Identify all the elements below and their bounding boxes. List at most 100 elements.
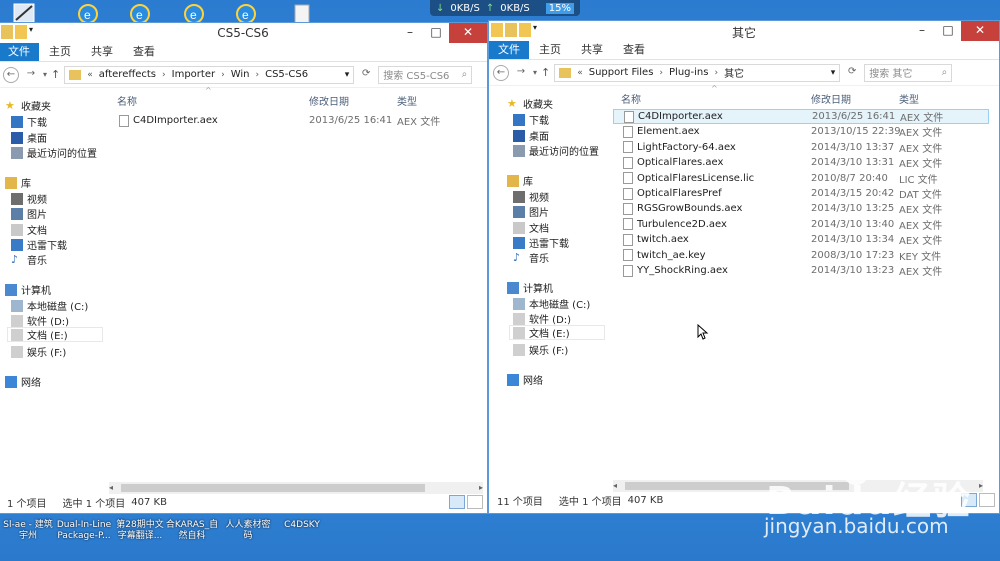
breadcrumb-chevron-icon[interactable]: › [255,70,259,80]
taskbar-item[interactable]: Sl-ae - 建筑 宇州 [0,520,56,542]
nav-recent[interactable]: 最近访问的位置 [11,145,97,160]
breadcrumb-segment[interactable]: CS5-CS6 [265,69,308,80]
breadcrumb-chevron-icon[interactable]: › [162,70,166,80]
table-row[interactable]: RGSGrowBounds.aex 2014/3/10 13:25 AEX 文件 [613,201,989,216]
column-date[interactable]: 修改日期 [811,91,851,106]
tab-file[interactable]: 文件 [0,43,39,61]
breadcrumb-segment[interactable]: Plug-ins [669,67,708,78]
nav-drive-d[interactable]: 软件 (D:) [513,311,571,326]
table-row[interactable]: C4DImporter.aex 2013/6/25 16:41 AEX 文件 [613,109,989,124]
recent-locations-icon[interactable]: ▾ [43,70,47,79]
nav-computer[interactable]: 计算机 [507,280,553,295]
table-row[interactable]: OpticalFlaresLicense.lic 2010/8/7 20:40 LI… [613,171,989,186]
nav-videos[interactable]: 视频 [11,191,47,206]
nav-documents[interactable]: 文档 [11,222,47,237]
explorer-window-left[interactable]: ▾ CS5-CS6 – □ ✕ 文件 主页 共享 查看 ← → ▾ ↑ « af… [0,22,488,514]
breadcrumb-chevron-icon[interactable]: › [221,70,225,80]
recent-locations-icon[interactable]: ▾ [533,68,537,77]
nav-drive-f[interactable]: 娱乐 (F:) [513,342,568,357]
desktop-shortcut-icon[interactable] [8,2,40,24]
search-icon[interactable]: ⌕ [942,67,948,78]
taskbar-item[interactable]: 人人素材密码 [220,520,276,542]
table-row[interactable]: LightFactory-64.aex 2014/3/10 13:37 AEX 文件 [613,140,989,155]
nav-documents[interactable]: 文档 [513,220,549,235]
column-type[interactable]: 类型 [397,93,417,108]
address-dropdown-icon[interactable]: ▾ [345,70,350,80]
large-icons-view-icon[interactable] [467,495,483,509]
table-row[interactable]: OpticalFlaresPref 2014/3/15 20:42 DAT 文件 [613,186,989,201]
ie-icon[interactable]: e [124,2,156,24]
close-button[interactable]: ✕ [449,23,487,43]
nav-favorites[interactable]: ★ 收藏夹 [507,96,553,111]
refresh-button[interactable]: ⟳ [844,65,860,81]
nav-network[interactable]: 网络 [507,372,543,387]
nav-drive-c[interactable]: 本地磁盘 (C:) [513,296,590,311]
breadcrumb-segment[interactable]: 其它 [724,65,744,80]
scrollbar-thumb[interactable] [121,484,425,492]
tab-view[interactable]: 查看 [123,43,165,61]
breadcrumb-segment[interactable]: Win [231,69,250,80]
column-type[interactable]: 类型 [899,91,919,106]
address-bar[interactable]: « aftereffects › Importer › Win › CS5-CS… [64,65,355,84]
document-icon[interactable] [286,2,318,24]
nav-drive-f[interactable]: 娱乐 (F:) [11,344,66,359]
nav-music[interactable]: ♪ 音乐 [513,250,549,265]
search-input[interactable]: 搜索 其它 ⌕ [864,63,953,82]
title-bar[interactable]: ▾ 其它 – □ ✕ [489,21,999,41]
nav-library[interactable]: 库 [5,175,31,190]
nav-desktop[interactable]: 桌面 [513,128,549,143]
ie-icon[interactable]: e [230,2,262,24]
taskbar-item[interactable]: C4DSKY [274,520,330,531]
refresh-button[interactable]: ⟳ [358,67,374,83]
nav-computer[interactable]: 计算机 [5,282,51,297]
table-row[interactable]: YY_ShockRing.aex 2014/3/10 13:23 AEX 文件 [613,263,989,278]
nav-network[interactable]: 网络 [5,374,41,389]
forward-button[interactable]: → [23,67,39,83]
maximize-button[interactable]: □ [423,23,449,43]
nav-downloads[interactable]: 下载 [513,112,549,127]
breadcrumb-segment[interactable]: Importer [172,69,215,80]
table-row[interactable]: twitch.aex 2014/3/10 13:34 AEX 文件 [613,232,989,247]
back-button[interactable]: ← [3,66,19,83]
tab-home[interactable]: 主页 [39,43,81,61]
back-button[interactable]: ← [493,64,509,81]
nav-drive-c[interactable]: 本地磁盘 (C:) [11,298,88,313]
details-view-icon[interactable] [449,495,465,509]
column-name[interactable]: 名称 [621,91,641,106]
nav-thunder[interactable]: 迅雷下载 [11,237,67,252]
breadcrumb-chevron-icon[interactable]: › [714,68,718,78]
nav-desktop[interactable]: 桌面 [11,130,47,145]
address-bar[interactable]: « Support Files › Plug-ins › 其它 ▾ [554,63,841,82]
taskbar-item[interactable]: 合KARAS_自 然自科 [164,520,220,542]
nav-recent[interactable]: 最近访问的位置 [513,143,599,158]
nav-drive-e[interactable]: 文档 (E:) [7,327,103,342]
nav-pictures[interactable]: 图片 [513,204,549,219]
nav-favorites[interactable]: ★ 收藏夹 [5,98,51,113]
address-overflow[interactable]: « [577,68,583,78]
breadcrumb-chevron-icon[interactable]: › [659,68,663,78]
maximize-button[interactable]: □ [935,21,961,41]
nav-library[interactable]: 库 [507,173,533,188]
tab-share[interactable]: 共享 [571,41,613,59]
table-row[interactable]: twitch_ae.key 2008/3/10 17:23 KEY 文件 [613,248,989,263]
minimize-button[interactable]: – [909,21,935,41]
nav-pictures[interactable]: 图片 [11,206,47,221]
up-button[interactable]: ↑ [51,68,60,81]
table-row[interactable]: C4DImporter.aex 2013/6/25 16:41 AEX 文件 [109,113,479,128]
nav-downloads[interactable]: 下载 [11,114,47,129]
forward-button[interactable]: → [513,65,529,81]
title-bar[interactable]: ▾ CS5-CS6 – □ ✕ [0,23,487,43]
up-button[interactable]: ↑ [541,66,550,79]
tab-share[interactable]: 共享 [81,43,123,61]
table-row[interactable]: OpticalFlares.aex 2014/3/10 13:31 AEX 文件 [613,155,989,170]
close-button[interactable]: ✕ [961,21,999,41]
nav-drive-d[interactable]: 软件 (D:) [11,313,69,328]
breadcrumb-segment[interactable]: aftereffects [99,69,156,80]
tab-home[interactable]: 主页 [529,41,571,59]
nav-videos[interactable]: 视频 [513,189,549,204]
search-icon[interactable]: ⌕ [462,69,468,80]
address-dropdown-icon[interactable]: ▾ [831,68,836,78]
ie-icon[interactable]: e [72,2,104,24]
search-input[interactable]: 搜索 CS5-CS6 ⌕ [378,65,473,84]
tab-file[interactable]: 文件 [489,41,529,59]
